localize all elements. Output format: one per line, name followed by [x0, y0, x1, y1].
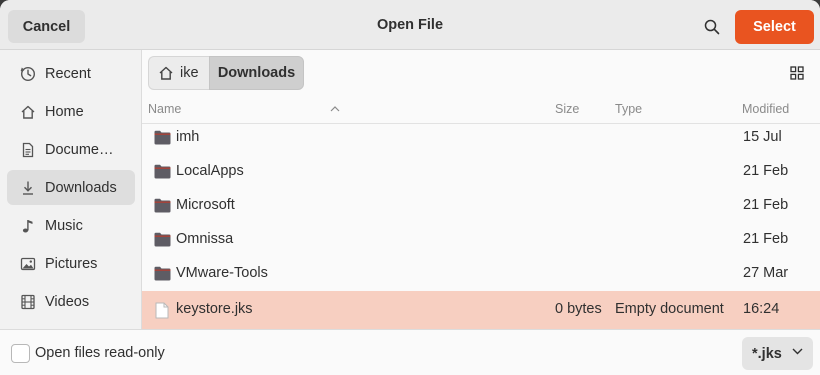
file-name: Microsoft [176, 197, 235, 213]
table-row[interactable]: LocalApps 21 Feb [142, 155, 820, 189]
table-row[interactable]: Omnissa 21 Feb [142, 223, 820, 257]
sidebar-item-label: Docume… [45, 141, 114, 158]
sidebar-item-label: Downloads [45, 179, 117, 196]
file-list-header: Name Size Type Modified [142, 96, 820, 124]
picture-icon [20, 256, 36, 272]
clock-icon [20, 66, 36, 82]
file-name: imh [176, 129, 200, 145]
file-name: LocalApps [176, 163, 244, 179]
select-button[interactable]: Select [735, 10, 814, 44]
file-modified: 21 Feb [743, 231, 789, 247]
download-icon [20, 180, 36, 196]
file-type: Empty document [615, 301, 724, 317]
breadcrumb-home[interactable]: ike [148, 56, 209, 90]
file-list: imh 15 Jul LocalApps 21 Feb Microsoft 21… [142, 124, 820, 329]
read-only-label[interactable]: Open files read-only [35, 345, 165, 361]
folder-icon [154, 232, 171, 247]
sidebar-item-pictures[interactable]: Pictures [7, 246, 135, 281]
file-size: 0 bytes [555, 301, 602, 317]
sidebar-item-label: Videos [45, 293, 90, 310]
sidebar-item-music[interactable]: Music [7, 208, 135, 243]
file-modified: 21 Feb [743, 163, 789, 179]
cancel-button[interactable]: Cancel [8, 10, 85, 43]
column-header-name[interactable]: Name [148, 102, 181, 116]
file-filter-value: *.jks [752, 345, 782, 362]
file-name: VMware-Tools [176, 265, 268, 281]
sidebar-item-documents[interactable]: Docume… [7, 132, 135, 167]
folder-icon [154, 198, 171, 213]
file-modified: 15 Jul [743, 129, 782, 145]
column-header-type[interactable]: Type [615, 102, 642, 116]
search-button[interactable] [697, 12, 727, 42]
sidebar-item-videos[interactable]: Videos [7, 284, 135, 319]
table-row-selected[interactable]: keystore.jks 0 bytes Empty document 16:2… [142, 291, 820, 329]
sidebar-item-label: Pictures [45, 255, 98, 272]
file-modified: 16:24 [743, 301, 780, 317]
breadcrumb-current[interactable]: Downloads [209, 56, 304, 90]
grid-view-button[interactable] [786, 62, 808, 84]
table-row[interactable]: VMware-Tools 27 Mar [142, 257, 820, 291]
sidebar-item-recent[interactable]: Recent [7, 56, 135, 91]
search-icon [704, 19, 720, 35]
document-icon [155, 302, 169, 319]
sidebar-item-downloads[interactable]: Downloads [7, 170, 135, 205]
chevron-down-icon [792, 348, 803, 355]
sort-ascending-icon [330, 106, 340, 112]
film-icon [20, 294, 36, 310]
sidebar-item-label: Music [45, 217, 83, 234]
file-name: Omnissa [176, 231, 234, 247]
sidebar-item-label: Home [45, 103, 84, 120]
column-header-size[interactable]: Size [555, 102, 579, 116]
sidebar-item-label: Recent [45, 65, 91, 82]
file-modified: 27 Mar [743, 265, 789, 281]
table-row[interactable]: imh 15 Jul [142, 124, 820, 155]
footer-bar: Open files read-only *.jks [0, 329, 820, 375]
open-file-dialog: Open File Cancel Select Recent Home Docu… [0, 0, 820, 375]
folder-icon [154, 266, 171, 281]
file-modified: 21 Feb [743, 197, 789, 213]
places-sidebar: Recent Home Docume… Downloads Music Pict… [0, 50, 142, 329]
file-filter-dropdown[interactable]: *.jks [742, 337, 813, 370]
table-row[interactable]: Microsoft 21 Feb [142, 189, 820, 223]
document-icon [20, 142, 36, 158]
folder-icon [154, 164, 171, 179]
grid-icon [790, 66, 804, 80]
file-name: keystore.jks [176, 301, 253, 317]
folder-icon [154, 130, 171, 145]
home-icon [20, 104, 36, 120]
sidebar-item-home[interactable]: Home [7, 94, 135, 129]
column-header-modified[interactable]: Modified [742, 102, 789, 116]
breadcrumb-home-label: ike [180, 65, 199, 81]
read-only-checkbox[interactable] [11, 344, 30, 363]
music-icon [20, 218, 36, 234]
header-bar: Open File Cancel Select [0, 0, 820, 50]
breadcrumb: ike Downloads [148, 56, 304, 90]
home-icon [158, 65, 174, 81]
